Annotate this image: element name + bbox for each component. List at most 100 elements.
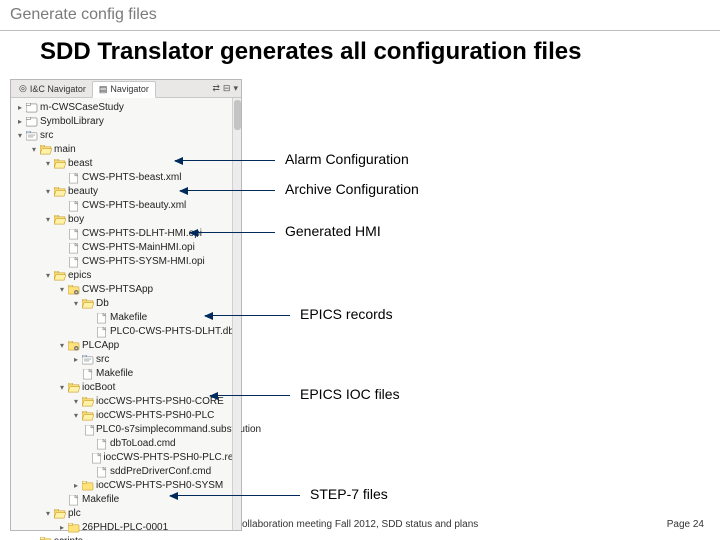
disclosure-icon[interactable]: ▾: [29, 143, 39, 157]
tree-label: dbToLoad.cmd: [109, 437, 176, 451]
tree-label: CWS-PHTSApp: [81, 283, 153, 297]
tree-label: CWS-PHTS-beast.xml: [81, 171, 181, 185]
tree-row[interactable]: dbToLoad.cmd: [13, 437, 239, 451]
compass-icon: ◎: [19, 83, 27, 94]
scrollbar[interactable]: [232, 98, 241, 530]
tree-row[interactable]: ▸SymbolLibrary: [13, 115, 239, 129]
disclosure-icon[interactable]: ▾: [57, 283, 67, 297]
disclosure-icon[interactable]: ▸: [15, 115, 25, 129]
tree-label: Makefile: [81, 493, 119, 507]
tree-row[interactable]: PLC0-CWS-PHTS-DLHT.db: [13, 325, 239, 339]
tree-label: m-CWSCaseStudy: [39, 101, 124, 115]
tree-row[interactable]: ▾ CWS-PHTSApp: [13, 283, 239, 297]
link-icon[interactable]: ⇄: [212, 83, 220, 94]
proj-closed-icon: [25, 103, 39, 113]
scrollbar-thumb[interactable]: [234, 100, 241, 130]
tree-row[interactable]: ▾iocBoot: [13, 381, 239, 395]
folder-open-icon: [67, 383, 81, 393]
disclosure-icon[interactable]: ▾: [43, 269, 53, 283]
disclosure-icon[interactable]: ▾: [43, 185, 53, 199]
folder-open-icon: [53, 159, 67, 169]
menu-icon[interactable]: ▾: [233, 83, 238, 94]
navigator-tabs: ◎ I&C Navigator ▤ Navigator ⇄ ⊟ ▾: [11, 80, 241, 98]
tree-row[interactable]: ▾ Db: [13, 297, 239, 311]
tree-row[interactable]: ▾ src: [13, 129, 239, 143]
file-icon: [67, 257, 81, 268]
arrow: [205, 315, 290, 316]
disclosure-icon[interactable]: ▸: [29, 535, 39, 540]
folder-gear-icon: [67, 341, 81, 351]
tree-row[interactable]: iocCWS-PHTS-PSH0-PLC.req: [13, 451, 239, 465]
annotation-ioc: EPICS IOC files: [300, 386, 400, 402]
tree-row[interactable]: Makefile: [13, 367, 239, 381]
tree-row[interactable]: ▾ beauty: [13, 185, 239, 199]
tab-navigator[interactable]: ▤ Navigator: [92, 81, 156, 98]
folder-open-icon: [81, 299, 95, 309]
slide: Generate config files SDD Translator gen…: [0, 0, 720, 540]
tree-label: CWS-PHTS-MainHMI.opi: [81, 241, 195, 255]
file-icon: [81, 369, 95, 380]
annotation-hmi: Generated HMI: [285, 223, 381, 239]
disclosure-icon[interactable]: ▸: [71, 479, 81, 493]
file-icon: [92, 453, 102, 464]
file-icon: [67, 229, 81, 240]
disclosure-icon[interactable]: ▾: [71, 297, 81, 311]
tree-row[interactable]: ▾ PLCApp: [13, 339, 239, 353]
tree-row[interactable]: ▸ m-CWSCaseStudy: [13, 101, 239, 115]
tree-row[interactable]: CWS-PHTS-beauty.xml: [13, 199, 239, 213]
tree-row[interactable]: sddPreDriverConf.cmd: [13, 465, 239, 479]
file-icon: [67, 243, 81, 254]
disclosure-icon[interactable]: ▾: [15, 129, 25, 143]
collapse-icon[interactable]: ⊟: [223, 83, 231, 94]
disclosure-icon[interactable]: ▾: [71, 409, 81, 423]
tree-label: scripts: [53, 535, 83, 540]
tree-row[interactable]: ▾iocCWS-PHTS-PSH0-CORE: [13, 395, 239, 409]
disclosure-icon[interactable]: ▸: [71, 353, 81, 367]
proj-closed-icon: [25, 117, 39, 127]
tree-row[interactable]: ▸src: [13, 353, 239, 367]
file-icon: [67, 495, 81, 506]
tree-row[interactable]: ▾ plc: [13, 507, 239, 521]
folder-gear-icon: [67, 285, 81, 295]
tree-row[interactable]: ▾iocCWS-PHTS-PSH0-PLC: [13, 409, 239, 423]
tree-row[interactable]: ▾ epics: [13, 269, 239, 283]
file-icon: [67, 201, 81, 212]
tree-row[interactable]: CWS-PHTS-DLHT-HMI.opi: [13, 227, 239, 241]
breadcrumb: Generate config files: [10, 6, 157, 24]
disclosure-icon[interactable]: ▾: [43, 507, 53, 521]
tree-row[interactable]: ▾boy: [13, 213, 239, 227]
tree-label: beauty: [67, 185, 98, 199]
file-icon: [95, 439, 109, 450]
tab-ic-navigator[interactable]: ◎ I&C Navigator: [13, 81, 92, 96]
tree-label: iocCWS-PHTS-PSH0-SYSM: [95, 479, 223, 493]
tree-label: src: [39, 129, 53, 143]
disclosure-icon[interactable]: ▸: [57, 521, 67, 535]
annotation-archive: Archive Configuration: [285, 181, 419, 197]
disclosure-icon[interactable]: ▾: [57, 339, 67, 353]
tree-row[interactable]: CWS-PHTS-SYSM-HMI.opi: [13, 255, 239, 269]
disclosure-icon[interactable]: ▾: [43, 157, 53, 171]
tree-row[interactable]: CWS-PHTS-MainHMI.opi: [13, 241, 239, 255]
tree-row[interactable]: ▸26PHDL-PLC-0001: [13, 521, 239, 535]
disclosure-icon[interactable]: ▾: [43, 213, 53, 227]
navigator-panel: ◎ I&C Navigator ▤ Navigator ⇄ ⊟ ▾ ▸ m-CWS…: [10, 79, 242, 531]
tree-label: PLCApp: [81, 339, 119, 353]
tree-row[interactable]: PLC0-s7simplecommand.substitution: [13, 423, 239, 437]
disclosure-icon[interactable]: ▸: [15, 101, 25, 115]
folder-open-icon: [53, 215, 67, 225]
tree-label: epics: [67, 269, 91, 283]
nav-icon: ▤: [99, 84, 108, 95]
disclosure-icon[interactable]: ▾: [57, 381, 67, 395]
arrow: [175, 160, 275, 161]
tree-label: plc: [67, 507, 81, 521]
tree-row[interactable]: ▸ iocCWS-PHTS-PSH0-SYSM: [13, 479, 239, 493]
disclosure-icon[interactable]: ▾: [71, 395, 81, 409]
folder-closed-icon: [67, 523, 81, 533]
tree-row[interactable]: CWS-PHTS-beast.xml: [13, 171, 239, 185]
file-icon: [67, 173, 81, 184]
tree-label: Db: [95, 297, 109, 311]
tree-label: PLC0-CWS-PHTS-DLHT.db: [109, 325, 234, 339]
tree-row[interactable]: ▸ scripts: [13, 535, 239, 540]
tree-row[interactable]: ▾main: [13, 143, 239, 157]
folder-src-icon: [81, 355, 95, 365]
